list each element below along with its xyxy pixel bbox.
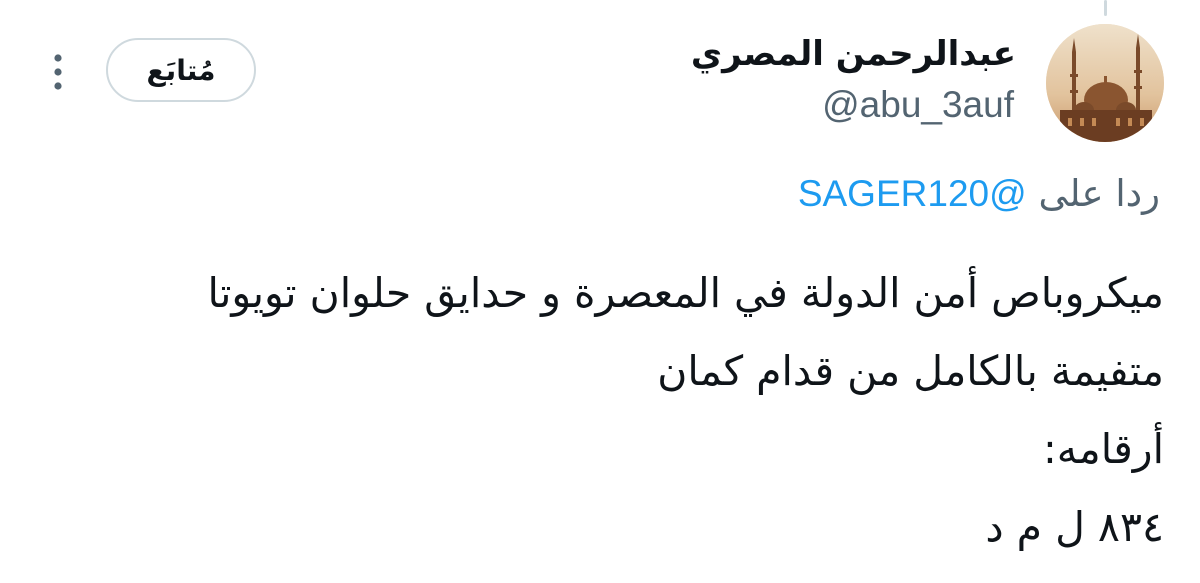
reply-mention-link[interactable]: @SAGER120 [798, 173, 1027, 214]
reply-context-prefix: ردا على [1038, 172, 1160, 215]
tweet-text-line: متفيمة بالكامل من قدام كمان [657, 347, 1164, 395]
mosque-avatar-image [1046, 24, 1164, 142]
author-display-name[interactable]: عبدالرحمن المصري [691, 34, 1016, 74]
tweet-text-line: أرقامه: [1042, 425, 1164, 473]
reply-context: ردا على @SAGER120 [798, 172, 1160, 215]
tweet-text-line: ميكروباص أمن الدولة في المعصرة و حدايق ح… [207, 269, 1164, 317]
tweet-text-line: ٨٣٤ ل م د [985, 503, 1164, 551]
author-handle[interactable]: @abu_3auf [822, 84, 1014, 126]
more-vertical-icon[interactable] [44, 48, 72, 96]
following-button[interactable]: مُتابَع [106, 38, 256, 102]
thread-connector-line [1104, 0, 1107, 16]
avatar[interactable] [1046, 24, 1164, 142]
tweet-body: ميكروباص أمن الدولة في المعصرة و حدايق ح… [24, 254, 1164, 566]
